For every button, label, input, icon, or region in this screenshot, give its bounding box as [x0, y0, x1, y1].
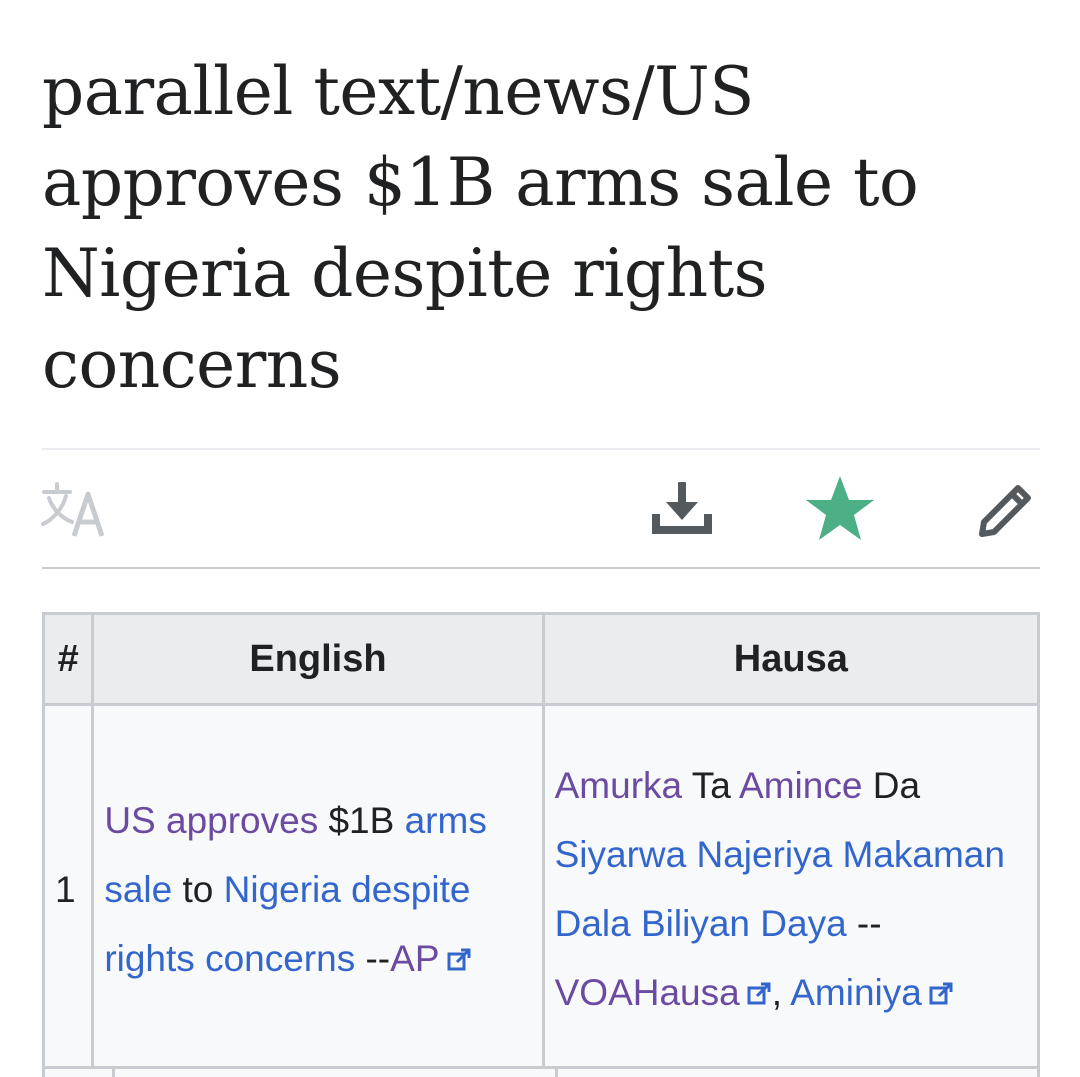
header-hausa: Hausa: [541, 612, 1041, 706]
source-link-ap[interactable]: AP: [390, 938, 439, 979]
english-text: to: [172, 868, 224, 910]
title-divider: [42, 448, 1040, 450]
hausa-text: Ta: [682, 765, 740, 806]
download-icon[interactable]: [648, 478, 716, 542]
table-row: 1 US approves $1B arms sale to Nigeria d…: [41, 703, 1041, 1075]
next-table-row: [42, 1066, 1040, 1077]
header-english: English: [91, 612, 545, 706]
star-icon[interactable]: [804, 474, 876, 544]
row-number: 1: [41, 703, 95, 1075]
english-text: --: [355, 937, 391, 979]
translate-icon[interactable]: [40, 480, 110, 538]
hausa-link-amurka[interactable]: Amurka: [555, 765, 682, 806]
hausa-cell: Amurka Ta Amince Da Siyarwa Najeriya Mak…: [541, 703, 1041, 1075]
hausa-text: Da: [862, 765, 921, 806]
hausa-text: --: [846, 903, 882, 944]
hausa-link-amince[interactable]: Amince: [739, 765, 862, 806]
english-cell: US approves $1B arms sale to Nigeria des…: [91, 703, 545, 1075]
page-title: parallel text/news/US approves $1B arms …: [42, 53, 919, 403]
external-link-icon: [447, 948, 470, 970]
hausa-text: ,: [771, 972, 782, 1013]
parallel-text-table: # English Hausa 1 US approves $1B arms s…: [41, 612, 1041, 1075]
toolbar-divider: [42, 567, 1040, 569]
hausa-link-siyarwa[interactable]: Siyarwa Najeriya Makaman Dala Biliyan Da…: [555, 834, 1005, 944]
source-link-voahausa[interactable]: VOAHausa: [555, 972, 740, 1013]
pencil-icon[interactable]: [974, 478, 1038, 542]
table-header-row: # English Hausa: [41, 612, 1041, 706]
header-number: #: [41, 612, 95, 706]
english-text: $1B: [318, 799, 405, 841]
external-link-icon: [747, 982, 771, 1005]
english-link-us-approves[interactable]: US approves: [104, 800, 318, 841]
external-link-icon: [929, 982, 953, 1005]
source-link-aminiya[interactable]: Aminiya: [790, 972, 922, 1013]
